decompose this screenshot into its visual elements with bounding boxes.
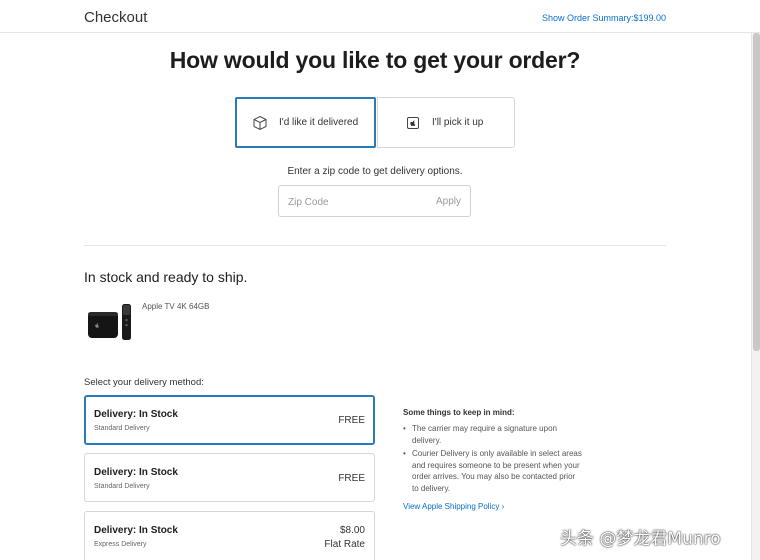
zip-prompt: Enter a zip code to get delivery options… — [287, 166, 463, 177]
watermark: 头条 @梦龙君Munro — [560, 529, 721, 549]
delivery-method-subtitle: Standard Delivery — [94, 483, 150, 490]
scrollbar[interactable] — [751, 33, 760, 560]
apply-button[interactable]: Apply — [436, 196, 461, 207]
delivery-method-option[interactable]: Delivery: In Stock Express Delivery $8.0… — [84, 511, 375, 560]
delivery-method-price: FREE — [338, 473, 365, 484]
scrollbar-thumb[interactable] — [753, 33, 760, 351]
zip-code-input[interactable] — [288, 193, 408, 211]
option-delivered-label: I'd like it delivered — [279, 117, 359, 128]
apple-store-icon — [404, 114, 422, 132]
section-divider — [84, 245, 666, 246]
notes-item: Courier Delivery is only available in se… — [403, 448, 583, 494]
show-order-summary-link[interactable]: Show Order Summary:$199.00 — [542, 13, 666, 23]
delivery-method-title: Delivery: In Stock — [94, 409, 178, 420]
product-name: Apple TV 4K 64GB — [142, 302, 210, 311]
checkout-header: Checkout Show Order Summary:$199.00 — [0, 0, 760, 33]
apple-tv-product-image — [86, 302, 134, 342]
delivery-method-price: $8.00 Flat Rate — [324, 524, 365, 552]
delivery-method-title: Delivery: In Stock — [94, 525, 178, 536]
delivery-method-option[interactable]: Delivery: In Stock Standard Delivery FRE… — [84, 395, 375, 445]
delivery-method-label: Select your delivery method: — [84, 377, 204, 388]
delivery-method-title: Delivery: In Stock — [94, 467, 178, 478]
delivery-method-subtitle: Standard Delivery — [94, 425, 150, 432]
delivery-method-option[interactable]: Delivery: In Stock Standard Delivery FRE… — [84, 453, 375, 502]
stock-title: In stock and ready to ship. — [84, 269, 248, 285]
page-title: Checkout — [84, 9, 148, 26]
option-pickup[interactable]: I'll pick it up — [377, 97, 515, 148]
delivery-method-price-note: Flat Rate — [324, 539, 365, 550]
shipping-policy-link[interactable]: View Apple Shipping Policy › — [403, 502, 504, 511]
delivery-method-price: FREE — [338, 415, 365, 426]
delivery-method-price-amount: $8.00 — [339, 525, 365, 536]
fulfillment-headline: How would you like to get your order? — [169, 47, 581, 73]
notes-list: The carrier may require a signature upon… — [403, 423, 583, 494]
box-icon — [251, 114, 269, 132]
notes-item: The carrier may require a signature upon… — [403, 423, 583, 446]
option-pickup-label: I'll pick it up — [432, 117, 484, 128]
option-delivered[interactable]: I'd like it delivered — [235, 97, 376, 148]
notes-heading: Some things to keep in mind: — [403, 408, 515, 417]
delivery-method-subtitle: Express Delivery — [94, 541, 147, 548]
delivery-notes: Some things to keep in mind: The carrier… — [403, 408, 583, 514]
zip-code-field[interactable]: Apply — [278, 185, 471, 217]
